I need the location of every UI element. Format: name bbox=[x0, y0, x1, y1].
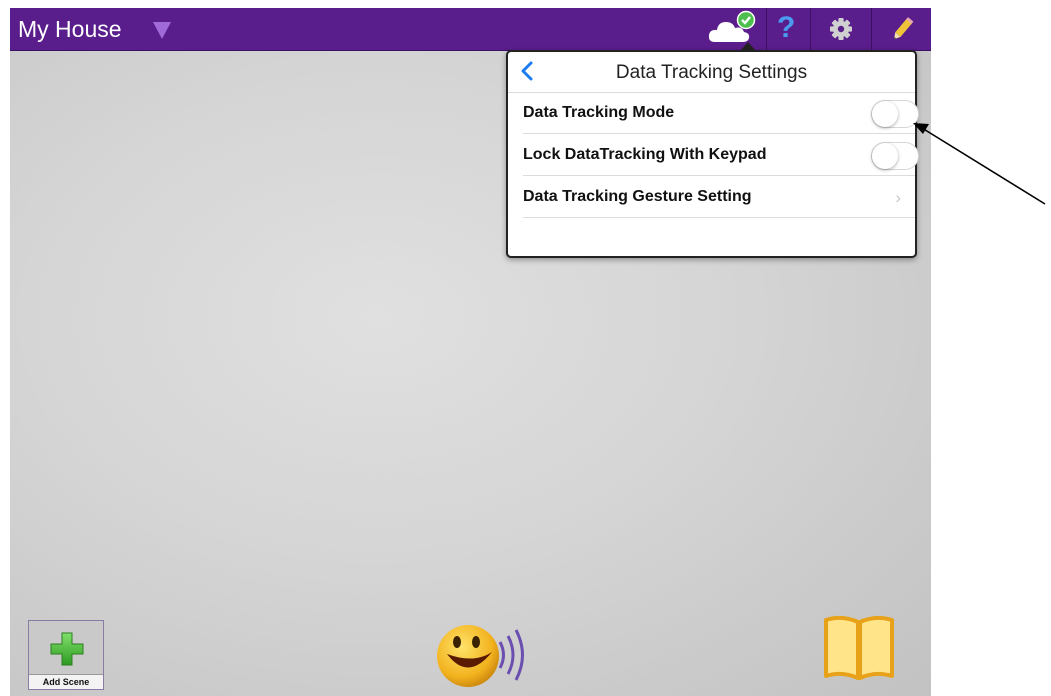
speak-button[interactable] bbox=[434, 612, 538, 696]
smiley-speaking-icon bbox=[437, 625, 524, 687]
toggle-knob bbox=[872, 101, 898, 127]
popover-header: Data Tracking Settings bbox=[508, 52, 915, 93]
row-label: Data Tracking Gesture Setting bbox=[523, 188, 752, 205]
data-tracking-mode-toggle[interactable] bbox=[871, 100, 919, 128]
gear-icon bbox=[830, 18, 852, 40]
edit-button[interactable] bbox=[874, 8, 931, 50]
add-scene-button[interactable]: Add Scene bbox=[28, 620, 104, 690]
book-icon bbox=[824, 615, 894, 680]
data-tracking-settings-popover: Data Tracking Settings Data Tracking Mod… bbox=[506, 50, 919, 258]
chevron-right-icon: › bbox=[895, 188, 901, 207]
toolbar-divider bbox=[871, 8, 872, 50]
add-scene-label: Add Scene bbox=[29, 674, 103, 689]
page-title[interactable]: My House bbox=[18, 16, 122, 43]
top-toolbar: My House ? bbox=[10, 8, 931, 51]
help-icon: ? bbox=[777, 11, 796, 44]
popover-title: Data Tracking Settings bbox=[615, 62, 808, 83]
pencil-icon bbox=[894, 17, 914, 40]
dropdown-caret-icon[interactable] bbox=[153, 22, 171, 39]
plus-icon bbox=[50, 632, 84, 666]
row-label: Data Tracking Mode bbox=[523, 104, 675, 121]
toolbar-divider bbox=[810, 8, 811, 50]
divider bbox=[523, 217, 915, 218]
help-button[interactable]: ? bbox=[769, 8, 807, 50]
settings-button[interactable] bbox=[813, 8, 869, 50]
toolbar-divider bbox=[766, 8, 767, 50]
divider bbox=[523, 133, 915, 134]
lock-datatracking-toggle[interactable] bbox=[871, 142, 919, 170]
data-tracking-mode-row[interactable]: Data Tracking Mode bbox=[508, 93, 919, 134]
row-label: Lock DataTracking With Keypad bbox=[523, 146, 767, 163]
book-button[interactable] bbox=[818, 612, 900, 684]
gesture-setting-row[interactable]: Data Tracking Gesture Setting › bbox=[508, 177, 915, 218]
divider bbox=[523, 175, 915, 176]
toggle-knob bbox=[872, 143, 898, 169]
lock-datatracking-row[interactable]: Lock DataTracking With Keypad bbox=[508, 135, 919, 176]
